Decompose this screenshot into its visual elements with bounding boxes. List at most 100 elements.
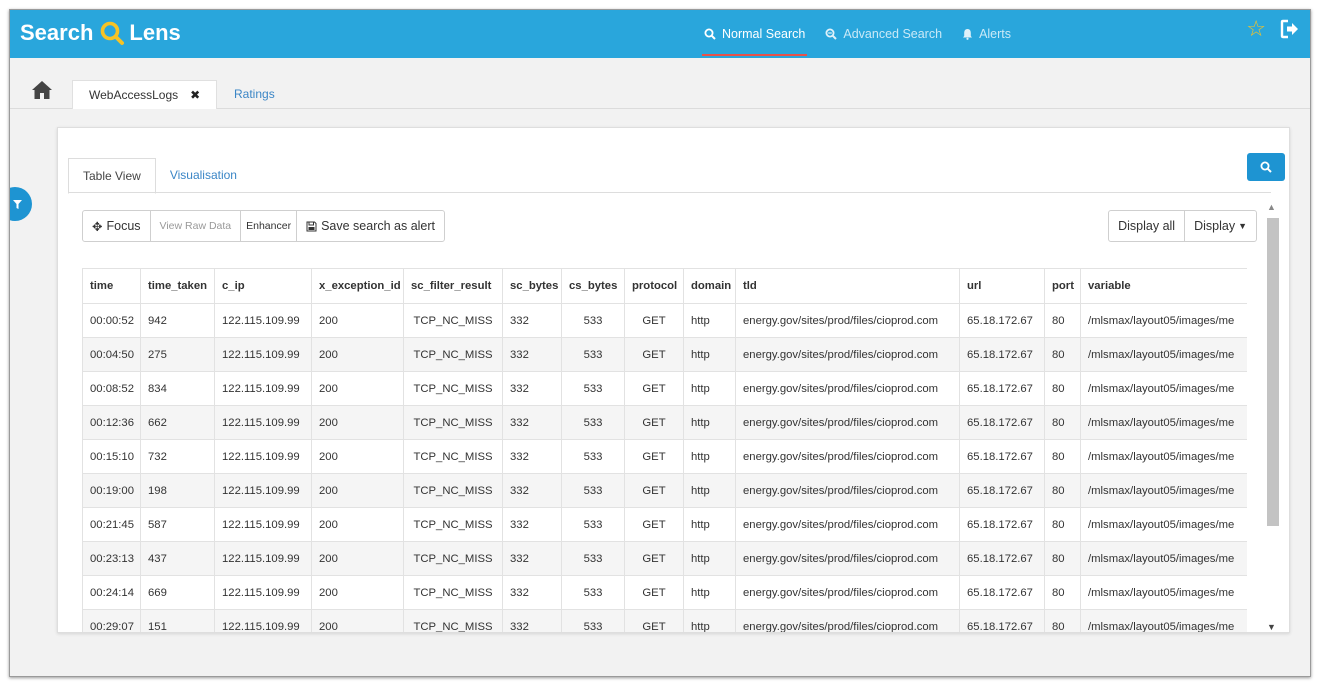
table-cell-c_ip: 122.115.109.99 [214,405,312,440]
table-row[interactable]: 00:21:45 587 122.115.109.99 200 TCP_NC_MISS 3… [82,507,1247,542]
column-header[interactable]: sc_bytes [502,268,562,304]
table-cell-cs_bytes: 533 [561,337,625,372]
filter-icon [13,199,22,209]
table-cell-x_exception_id: 200 [311,609,404,632]
close-icon[interactable]: ✖ [190,88,200,102]
search-button[interactable] [1247,153,1285,181]
table-cell-variable: /mlsmax/layout05/images/me [1080,609,1247,632]
table-cell-url: 65.18.172.67 [959,609,1045,632]
column-header[interactable]: c_ip [214,268,312,304]
table-cell-cs_bytes: 533 [561,439,625,474]
column-header[interactable]: time_taken [140,268,215,304]
table-cell-port: 80 [1044,371,1081,406]
table-cell-time: 00:29:07 [82,609,141,632]
results-panel: Table View Visualisation ✥ Focus View Ra… [57,127,1290,633]
table-row[interactable]: 00:29:07 151 122.115.109.99 200 TCP_NC_MISS 3… [82,609,1247,632]
table-cell-domain: http [683,507,736,542]
magnifier-logo-icon [101,21,125,45]
tab-visualisation-label: Visualisation [169,168,237,182]
table-cell-x_exception_id: 200 [311,405,404,440]
display-all-button[interactable]: Display all [1109,211,1186,241]
table-cell-domain: http [683,473,736,508]
table-cell-variable: /mlsmax/layout05/images/me [1080,337,1247,372]
table-cell-time_taken: 669 [140,575,215,610]
table-cell-cs_bytes: 533 [561,541,625,576]
table-row[interactable]: 00:04:50 275 122.115.109.99 200 TCP_NC_MISS 3… [82,337,1247,372]
table-cell-variable: /mlsmax/layout05/images/me [1080,371,1247,406]
table-cell-sc_bytes: 332 [502,337,562,372]
table-cell-c_ip: 122.115.109.99 [214,371,312,406]
table-cell-protocol: GET [624,371,684,406]
top-right-actions: ☆ [1246,18,1300,40]
table-cell-variable: /mlsmax/layout05/images/me [1080,541,1247,576]
focus-button[interactable]: ✥ Focus [83,211,151,241]
column-header[interactable]: cs_bytes [561,268,625,304]
nav-advanced-search[interactable]: Advanced Search [825,10,942,58]
results-table-wrap: time time_taken c_ip x_exception_id sc_f… [82,268,1247,632]
table-cell-c_ip: 122.115.109.99 [214,575,312,610]
home-icon[interactable] [31,80,53,100]
scroll-up-icon[interactable]: ▲ [1267,202,1276,212]
table-row[interactable]: 00:23:13 437 122.115.109.99 200 TCP_NC_MISS 3… [82,541,1247,576]
table-row[interactable]: 00:08:52 834 122.115.109.99 200 TCP_NC_MISS 3… [82,371,1247,406]
column-header[interactable]: sc_filter_result [403,268,503,304]
table-cell-sc_filter_result: TCP_NC_MISS [403,507,503,542]
top-navbar: Search Lens Normal Search Advanced Searc… [10,10,1310,58]
table-cell-variable: /mlsmax/layout05/images/me [1080,405,1247,440]
column-header[interactable]: url [959,268,1045,304]
search-icon [704,28,716,40]
table-row[interactable]: 00:15:10 732 122.115.109.99 200 TCP_NC_MISS 3… [82,439,1247,474]
tab-ratings[interactable]: Ratings [218,80,291,108]
tab-webaccesslogs[interactable]: WebAccessLogs ✖ [72,80,218,109]
column-header[interactable]: protocol [624,268,684,304]
column-header[interactable]: port [1044,268,1081,304]
table-cell-time: 00:00:52 [82,303,141,338]
save-search-alert-label: Save search as alert [321,219,436,233]
tab-table-view[interactable]: Table View [68,158,156,194]
display-dropdown-label: Display [1194,219,1236,233]
table-row[interactable]: 00:12:36 662 122.115.109.99 200 TCP_NC_MISS 3… [82,405,1247,440]
display-dropdown[interactable]: Display ▼ [1185,211,1256,241]
logout-icon[interactable] [1280,19,1300,39]
table-cell-protocol: GET [624,405,684,440]
table-cell-port: 80 [1044,405,1081,440]
column-header[interactable]: variable [1080,268,1247,304]
view-raw-data-button[interactable]: View Raw Data [151,211,242,241]
star-icon[interactable]: ☆ [1246,18,1266,40]
document-tabbar: WebAccessLogs ✖ Ratings [10,58,1310,109]
table-cell-cs_bytes: 533 [561,405,625,440]
scroll-down-icon[interactable]: ▼ [1267,622,1276,632]
table-cell-protocol: GET [624,575,684,610]
column-header[interactable]: time [82,268,141,304]
table-row[interactable]: 00:00:52 942 122.115.109.99 200 TCP_NC_MISS 3… [82,303,1247,338]
table-cell-tld: energy.gov/sites/prod/files/cioprod.com [735,405,960,440]
table-row[interactable]: 00:24:14 669 122.115.109.99 200 TCP_NC_MISS 3… [82,575,1247,610]
brand-logo[interactable]: Search Lens [20,18,181,48]
table-cell-time: 00:19:00 [82,473,141,508]
column-header[interactable]: tld [735,268,960,304]
tab-visualisation[interactable]: Visualisation [156,158,251,192]
column-header[interactable]: domain [683,268,736,304]
table-cell-protocol: GET [624,473,684,508]
table-cell-time_taken: 275 [140,337,215,372]
vertical-scrollbar[interactable]: ▲ ▼ [1266,202,1280,632]
tab-table-view-label: Table View [83,169,141,183]
table-cell-time: 00:23:13 [82,541,141,576]
table-row[interactable]: 00:19:00 198 122.115.109.99 200 TCP_NC_MISS 3… [82,473,1247,508]
zoom-search-icon [825,28,838,40]
column-header[interactable]: x_exception_id [311,268,404,304]
table-cell-time_taken: 437 [140,541,215,576]
nav-alerts[interactable]: Alerts [962,10,1011,58]
save-icon [306,221,317,231]
scrollbar-thumb[interactable] [1267,218,1279,526]
app-window: Search Lens Normal Search Advanced Searc… [9,9,1311,677]
enhancer-button[interactable]: Enhancer [241,211,298,241]
table-cell-variable: /mlsmax/layout05/images/me [1080,507,1247,542]
filter-panel-toggle[interactable] [10,187,32,221]
table-cell-time_taken: 662 [140,405,215,440]
search-icon [1260,161,1272,173]
bell-icon [963,29,973,40]
main-nav: Normal Search Advanced Search Alerts [701,10,1031,58]
save-search-alert-button[interactable]: Save search as alert [297,211,444,241]
nav-normal-search[interactable]: Normal Search [701,10,808,58]
